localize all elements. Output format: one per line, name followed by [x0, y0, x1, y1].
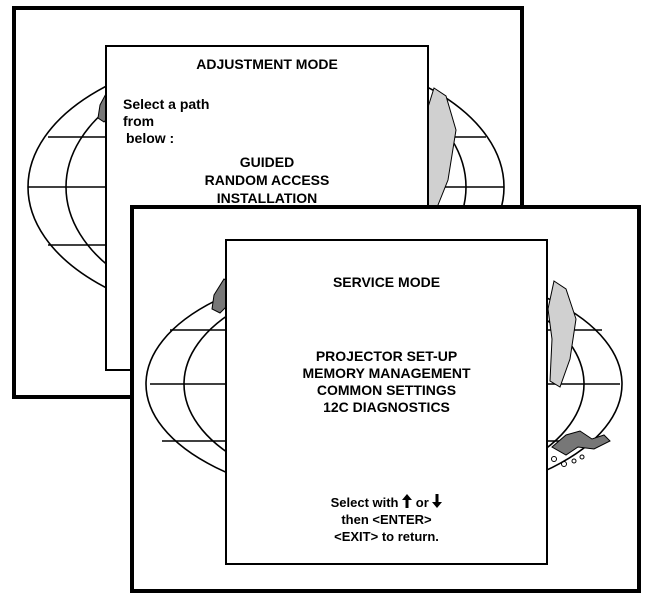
navigation-help: Select with or then <ENTER> <EXIT> to re… [227, 494, 546, 545]
help-select-prefix: Select with [330, 495, 399, 510]
option-memory-management[interactable]: MEMORY MANAGEMENT [227, 365, 546, 382]
option-random-access[interactable]: RANDOM ACCESS [107, 171, 427, 189]
help-select-or: or [415, 495, 429, 510]
option-projector-setup[interactable]: PROJECTOR SET-UP [227, 348, 546, 365]
service-options: PROJECTOR SET-UP MEMORY MANAGEMENT COMMO… [227, 348, 546, 416]
help-exit-line: <EXIT> to return. [334, 529, 439, 544]
path-prompt-line2: below : [126, 130, 175, 146]
down-arrow-icon [432, 494, 443, 508]
service-screen: SERVICE MODE PROJECTOR SET-UP MEMORY MAN… [130, 205, 641, 593]
service-menu-panel: SERVICE MODE PROJECTOR SET-UP MEMORY MAN… [225, 239, 548, 565]
adjustment-title: ADJUSTMENT MODE [196, 56, 338, 72]
path-prompt-line1: Select a path from [123, 96, 210, 129]
option-common-settings[interactable]: COMMON SETTINGS [227, 382, 546, 399]
option-12c-diagnostics[interactable]: 12C DIAGNOSTICS [227, 399, 546, 416]
help-enter-line: then <ENTER> [341, 512, 432, 527]
help-select-line: Select with or [227, 494, 546, 511]
option-guided[interactable]: GUIDED [107, 153, 427, 171]
up-arrow-icon [402, 494, 413, 508]
path-prompt: Select a path from below : [123, 96, 243, 147]
adjustment-options: GUIDED RANDOM ACCESS INSTALLATION [107, 153, 427, 207]
service-title: SERVICE MODE [332, 274, 441, 290]
